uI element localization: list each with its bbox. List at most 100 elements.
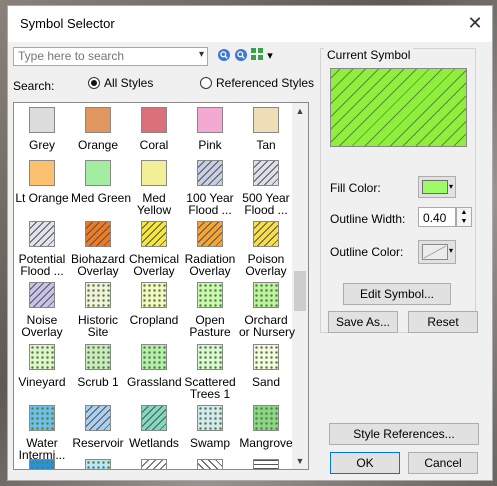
symbol-swatch bbox=[29, 459, 55, 469]
symbol-label: Scattered Trees 1 bbox=[184, 375, 236, 401]
outline-color-button[interactable]: ▾ bbox=[418, 240, 456, 264]
symbol-swatch bbox=[141, 405, 167, 431]
fill-color-button[interactable]: ▾ bbox=[418, 176, 456, 198]
symbol-item[interactable]: 10% bbox=[239, 459, 293, 469]
symbol-item[interactable]: Water Intermi... bbox=[15, 405, 69, 461]
symbol-item[interactable]: Scrub 1 bbox=[71, 344, 125, 388]
symbol-swatch bbox=[141, 221, 167, 247]
symbol-item[interactable]: Cropland bbox=[127, 282, 181, 326]
gallery-scrollbar[interactable]: ▲ ▼ bbox=[292, 103, 308, 469]
search-input[interactable] bbox=[14, 48, 193, 64]
symbol-item[interactable]: Chemical Overlay bbox=[127, 221, 181, 277]
symbol-item[interactable]: Wetlands bbox=[127, 405, 181, 449]
symbol-label: Potential Flood ... bbox=[18, 252, 66, 278]
cancel-button[interactable]: Cancel bbox=[408, 452, 478, 474]
symbol-label: Open Pasture bbox=[189, 313, 231, 339]
grid-view-icon[interactable] bbox=[250, 48, 264, 64]
symbol-item[interactable]: Reservoir bbox=[71, 405, 125, 449]
symbol-item[interactable]: Grassland bbox=[127, 344, 182, 388]
symbol-item[interactable]: Lt Orange bbox=[15, 160, 69, 204]
symbol-swatch bbox=[29, 221, 55, 247]
symbol-item[interactable]: Orchard or Nursery bbox=[239, 282, 296, 339]
scroll-up-icon[interactable]: ▲ bbox=[292, 103, 308, 119]
symbol-item[interactable]: Med Yellow bbox=[127, 160, 181, 216]
current-symbol-label: Current Symbol bbox=[324, 48, 414, 62]
view-dropdown-icon[interactable]: ▾ bbox=[265, 48, 275, 64]
all-styles-radio[interactable]: All Styles bbox=[88, 76, 153, 90]
close-icon[interactable]: ✕ bbox=[464, 12, 486, 34]
symbol-swatch bbox=[197, 344, 223, 370]
symbol-swatch bbox=[197, 160, 223, 186]
symbol-swatch bbox=[253, 160, 279, 186]
ok-button[interactable]: OK bbox=[330, 452, 400, 474]
symbol-swatch bbox=[253, 282, 279, 308]
symbol-item[interactable]: Potential Flood ... bbox=[15, 221, 69, 277]
symbol-swatch bbox=[141, 160, 167, 186]
symbol-item[interactable]: Snowfiel... bbox=[71, 459, 125, 469]
symbol-item[interactable]: Tan bbox=[239, 107, 293, 151]
symbol-item[interactable]: Open Pasture bbox=[183, 282, 237, 338]
search-options-icon[interactable] bbox=[216, 48, 232, 64]
symbol-label: Orchard or Nursery bbox=[239, 313, 296, 339]
chevron-down-icon: ▾ bbox=[448, 182, 453, 191]
symbol-label: Biohazard Overlay bbox=[71, 252, 126, 278]
symbol-label: Orange bbox=[77, 138, 119, 152]
symbol-swatch bbox=[85, 107, 111, 133]
advanced-search-icon[interactable] bbox=[233, 48, 249, 64]
scroll-thumb[interactable] bbox=[294, 271, 306, 311]
symbol-item[interactable]: 10% bbox=[127, 459, 181, 469]
symbol-item[interactable]: 100 Year Flood ... bbox=[183, 160, 237, 216]
symbol-swatch bbox=[253, 221, 279, 247]
outline-width-label: Outline Width: bbox=[330, 212, 406, 226]
symbol-item[interactable]: Scattered Trees 1 bbox=[183, 344, 237, 400]
referenced-styles-label: Referenced Styles bbox=[216, 76, 315, 90]
fill-color-swatch bbox=[422, 180, 448, 194]
symbol-item[interactable]: Grey bbox=[15, 107, 69, 151]
style-references-button[interactable]: Style References... bbox=[329, 423, 479, 445]
current-symbol-preview bbox=[330, 68, 467, 147]
radio-selected-icon bbox=[88, 77, 100, 89]
symbol-label: Tan bbox=[256, 138, 276, 152]
symbol-item[interactable]: Med Green bbox=[71, 160, 131, 204]
symbol-swatch bbox=[253, 459, 279, 469]
symbol-item[interactable]: Glacier bbox=[15, 459, 69, 469]
symbol-label: Vineyard bbox=[18, 375, 66, 389]
outline-width-input[interactable]: 0.40 bbox=[418, 207, 456, 227]
symbol-label: Wetlands bbox=[129, 436, 179, 450]
all-styles-label: All Styles bbox=[104, 76, 154, 90]
symbol-item[interactable]: Biohazard Overlay bbox=[71, 221, 125, 277]
symbol-item[interactable]: Mangrove bbox=[239, 405, 293, 449]
symbol-swatch bbox=[29, 405, 55, 431]
symbol-swatch bbox=[85, 344, 111, 370]
symbol-item[interactable]: Historic Site bbox=[71, 282, 125, 338]
scroll-down-icon[interactable]: ▼ bbox=[292, 453, 308, 469]
save-as-button[interactable]: Save As... bbox=[328, 311, 398, 333]
symbol-gallery: ▲ ▼ Grey Orange Coral Pink Tan Lt Orange Med G… bbox=[13, 102, 309, 470]
outline-color-label: Outline Color: bbox=[330, 245, 404, 259]
symbol-item[interactable]: Vineyard bbox=[15, 344, 69, 388]
symbol-item[interactable]: Swamp bbox=[183, 405, 237, 449]
edit-symbol-button[interactable]: Edit Symbol... bbox=[343, 283, 451, 305]
symbol-item[interactable]: Sand bbox=[239, 344, 293, 388]
outline-width-stepper[interactable]: ▲ ▼ bbox=[456, 207, 472, 227]
symbol-swatch bbox=[197, 221, 223, 247]
symbol-item[interactable]: Pink bbox=[183, 107, 237, 151]
reset-button[interactable]: Reset bbox=[408, 311, 478, 333]
chevron-down-icon[interactable]: ▾ bbox=[199, 49, 204, 60]
symbol-item[interactable]: Poison Overlay bbox=[239, 221, 293, 277]
symbol-swatch bbox=[141, 107, 167, 133]
search-field[interactable]: ▾ bbox=[13, 47, 208, 66]
referenced-styles-radio[interactable]: Referenced Styles bbox=[200, 76, 314, 90]
symbol-label: Radiation Overlay bbox=[184, 252, 236, 278]
symbol-item[interactable]: 10% bbox=[183, 459, 237, 469]
symbol-swatch bbox=[29, 107, 55, 133]
symbol-label: Lt Orange bbox=[15, 191, 69, 205]
radio-unselected-icon bbox=[200, 77, 212, 89]
symbol-item[interactable]: Coral bbox=[127, 107, 181, 151]
symbol-swatch bbox=[141, 282, 167, 308]
symbol-item[interactable]: 500 Year Flood ... bbox=[239, 160, 293, 216]
symbol-item[interactable]: Orange bbox=[71, 107, 125, 151]
symbol-item[interactable]: Noise Overlay bbox=[15, 282, 69, 338]
symbol-item[interactable]: Radiation Overlay bbox=[183, 221, 237, 277]
symbol-swatch bbox=[29, 160, 55, 186]
